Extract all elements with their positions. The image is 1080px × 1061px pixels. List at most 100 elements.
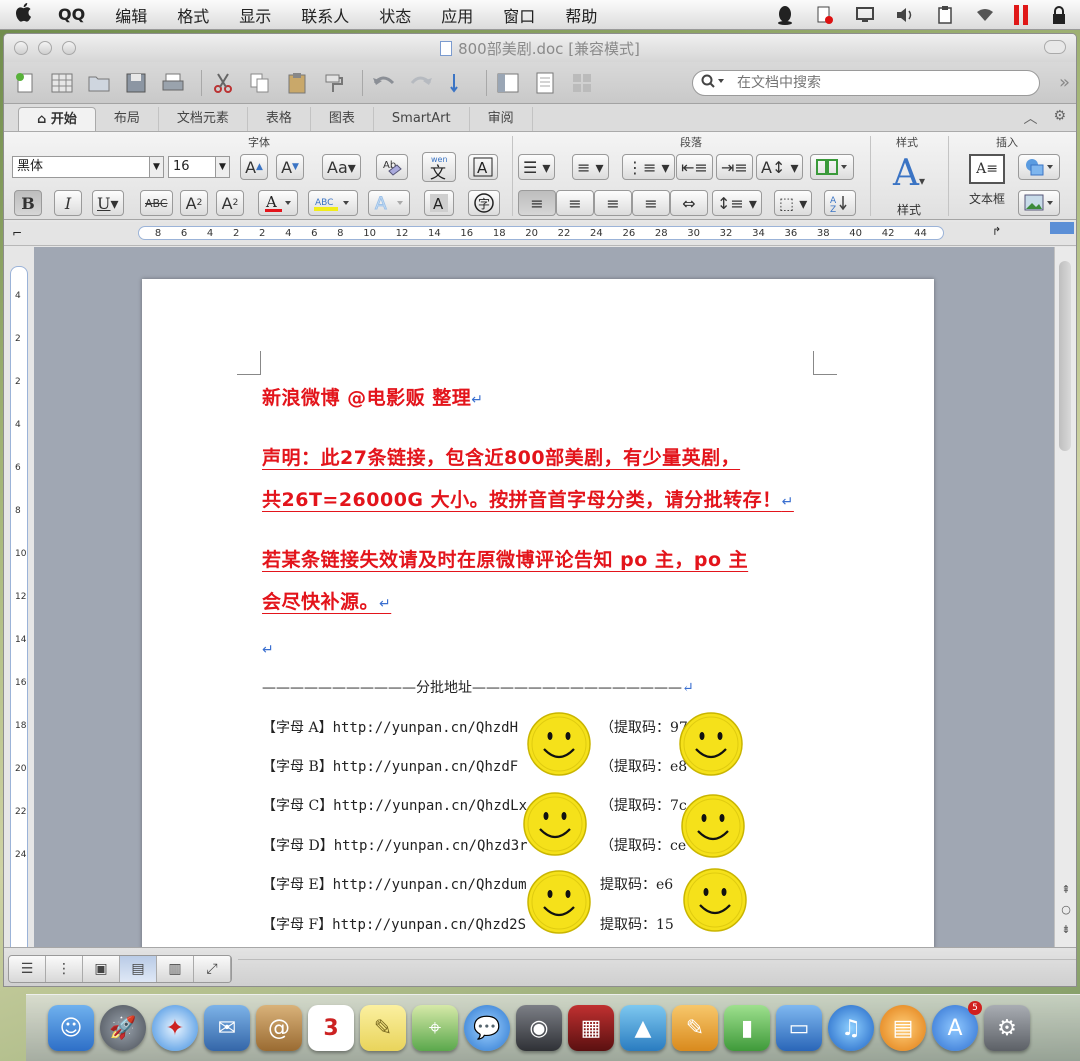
dnd-document-icon[interactable] [814, 5, 836, 25]
previous-page-icon[interactable]: ⇞ [1059, 883, 1073, 896]
increase-indent-button[interactable]: ⇥≡ [716, 154, 753, 180]
horizontal-ruler[interactable]: ⌐ 8 6 4 2 2 4 6 8 10 12 14 16 18 20 22 24 26 28 30 32 34 36 38… [4, 222, 1076, 246]
document-search[interactable] [692, 70, 1040, 96]
itunes-icon[interactable]: ♫ [828, 1005, 874, 1051]
keynote-icon[interactable]: ▭ [776, 1005, 822, 1051]
align-left-button[interactable]: ≡ [518, 190, 556, 216]
horizontal-scrollbar[interactable] [238, 952, 1076, 960]
vertical-scrollbar[interactable]: ⇞ ○ ⇟ [1054, 247, 1076, 977]
gear-icon[interactable]: ⚙ [1053, 108, 1066, 128]
chevron-down-icon[interactable]: ▼ [215, 157, 229, 177]
menu-status[interactable]: 状态 [379, 3, 411, 27]
display-icon[interactable] [854, 5, 876, 25]
menu-view[interactable]: 显示 [239, 3, 271, 27]
tab-review[interactable]: 审阅 [470, 107, 533, 131]
shape-button[interactable] [1018, 154, 1060, 180]
highlight-button[interactable]: ABC [308, 190, 358, 216]
menu-window[interactable]: 窗口 [503, 3, 535, 27]
sort-icon[interactable] [443, 68, 473, 98]
toolbar-toggle-button[interactable] [1044, 40, 1066, 54]
launchpad-icon[interactable]: 🚀 [100, 1005, 146, 1051]
tab-charts[interactable]: 图表 [311, 107, 374, 131]
bullets-button[interactable]: ☰ ▾ [518, 154, 556, 180]
link-line[interactable]: 【字母 E】http://yunpan.cn/Qhzdum 提取码：e6 [262, 874, 673, 894]
link-line[interactable]: 【字母 D】http://yunpan.cn/Qhzd3r （提取码：ce [262, 835, 686, 855]
print-icon[interactable] [158, 68, 188, 98]
font-color-button[interactable]: A [258, 190, 298, 216]
system-preferences-icon[interactable]: ⚙ [984, 1005, 1030, 1051]
menu-contacts[interactable]: 联系人 [301, 3, 349, 27]
messages-icon[interactable]: 💬 [464, 1005, 510, 1051]
doc-statement-line-2[interactable]: 共26T=26000G 大小。按拼音首字母分类，请分批转存！↵ [262, 485, 794, 512]
document-page[interactable]: 新浪微博 @电影贩 整理↵ 声明：此27条链接，包含近800部美剧，有少量英剧，… [142, 279, 934, 947]
clear-formatting-button[interactable]: Ab [376, 154, 408, 180]
tab-smartart[interactable]: SmartArt [374, 107, 470, 131]
browse-object-icon[interactable]: ○ [1059, 903, 1073, 916]
facetime-icon[interactable]: ◉ [516, 1005, 562, 1051]
toolbar-overflow-icon[interactable]: » [1059, 72, 1070, 93]
iphoto-icon[interactable]: ▲ [620, 1005, 666, 1051]
photo-booth-icon[interactable]: ▦ [568, 1005, 614, 1051]
clipboard-icon[interactable] [934, 5, 956, 25]
tab-home[interactable]: ⌂ 开始 [18, 107, 96, 131]
menu-edit[interactable]: 编辑 [115, 3, 147, 27]
scrollbar-thumb[interactable] [1059, 261, 1071, 451]
mail-icon[interactable]: ✉ [204, 1005, 250, 1051]
line-spacing-button[interactable]: ↕≡ ▾ [712, 190, 762, 216]
link-line[interactable]: 【字母 A】http://yunpan.cn/QhzdH （提取码：97 [262, 717, 688, 737]
collapse-ribbon-icon[interactable]: ︿ [1023, 108, 1037, 128]
right-indent-marker[interactable]: ↱ [992, 225, 1001, 238]
align-right-button[interactable]: ≡ [594, 190, 632, 216]
distributed-button[interactable]: ⇔ [670, 190, 708, 216]
app-store-icon[interactable]: A5 [932, 1001, 982, 1051]
align-center-button[interactable]: ≡ [556, 190, 594, 216]
doc-notice-line-2[interactable]: 会尽快补源。↵ [262, 587, 391, 614]
format-painter-icon[interactable] [319, 68, 349, 98]
font-size-select[interactable]: 16 ▼ [168, 156, 230, 178]
draft-view-icon[interactable]: ☰ [9, 956, 46, 982]
numbers-icon[interactable]: ▮ [724, 1005, 770, 1051]
superscript-button[interactable]: A2 [180, 190, 208, 216]
pages-icon[interactable]: ✎ [672, 1005, 718, 1051]
menu-apps[interactable]: 应用 [441, 3, 473, 27]
bold-button[interactable]: B [14, 190, 42, 216]
maps-icon[interactable]: ⌖ [412, 1005, 458, 1051]
next-page-icon[interactable]: ⇟ [1059, 923, 1073, 936]
publishing-view-icon[interactable]: ▣ [83, 956, 120, 982]
finder-icon[interactable]: ☺ [48, 1005, 94, 1051]
ruler-scale[interactable]: 8 6 4 2 2 4 6 8 10 12 14 16 18 20 22 24 26 28 30 32 34 36 38 40… [138, 226, 944, 240]
styles-button[interactable]: A▾ 样式 [880, 154, 938, 218]
pause-icon[interactable] [1014, 4, 1030, 25]
toolbox-icon[interactable] [567, 68, 597, 98]
templates-icon[interactable] [47, 68, 77, 98]
vertical-ruler[interactable]: 4 2 2 4 6 8 10 12 14 16 18 20 22 24 [10, 266, 28, 978]
doc-statement-line-1[interactable]: 声明：此27条链接，包含近800部美剧，有少量英剧， [262, 443, 740, 470]
shrink-font-button[interactable]: A ▼ [276, 154, 304, 180]
phonetic-guide-button[interactable]: wen 文 [422, 152, 456, 182]
menu-format[interactable]: 格式 [177, 3, 209, 27]
ibooks-icon[interactable]: ▤ [880, 1005, 926, 1051]
cut-icon[interactable] [208, 68, 238, 98]
open-icon[interactable] [84, 68, 114, 98]
notebook-view-icon[interactable]: ▥ [157, 956, 194, 982]
search-icon[interactable] [701, 74, 737, 92]
contacts-icon[interactable]: @ [256, 1005, 302, 1051]
italic-button[interactable]: I [54, 190, 82, 216]
menu-qq[interactable]: QQ [58, 5, 85, 24]
qq-penguin-icon[interactable] [774, 5, 796, 25]
chevron-down-icon[interactable]: ▼ [149, 157, 163, 177]
focus-view-icon[interactable]: ⤢ [194, 956, 231, 982]
tab-tables[interactable]: 表格 [248, 107, 311, 131]
apple-menu-icon[interactable] [10, 2, 38, 27]
lock-icon[interactable] [1048, 5, 1070, 25]
character-border-button[interactable]: A [468, 154, 498, 180]
notes-icon[interactable]: ✎ [360, 1005, 406, 1051]
character-shading-button[interactable]: A [424, 190, 454, 216]
outline-view-icon[interactable]: ⋮ [46, 956, 83, 982]
doc-notice-line-1[interactable]: 若某条链接失效请及时在原微博评论告知 po 主，po 主 [262, 545, 748, 572]
font-name-select[interactable]: 黑体 ▼ [12, 156, 164, 178]
gallery-icon[interactable] [530, 68, 560, 98]
volume-icon[interactable] [894, 5, 916, 25]
subscript-button[interactable]: A2 [216, 190, 244, 216]
wifi-icon[interactable] [974, 5, 996, 25]
